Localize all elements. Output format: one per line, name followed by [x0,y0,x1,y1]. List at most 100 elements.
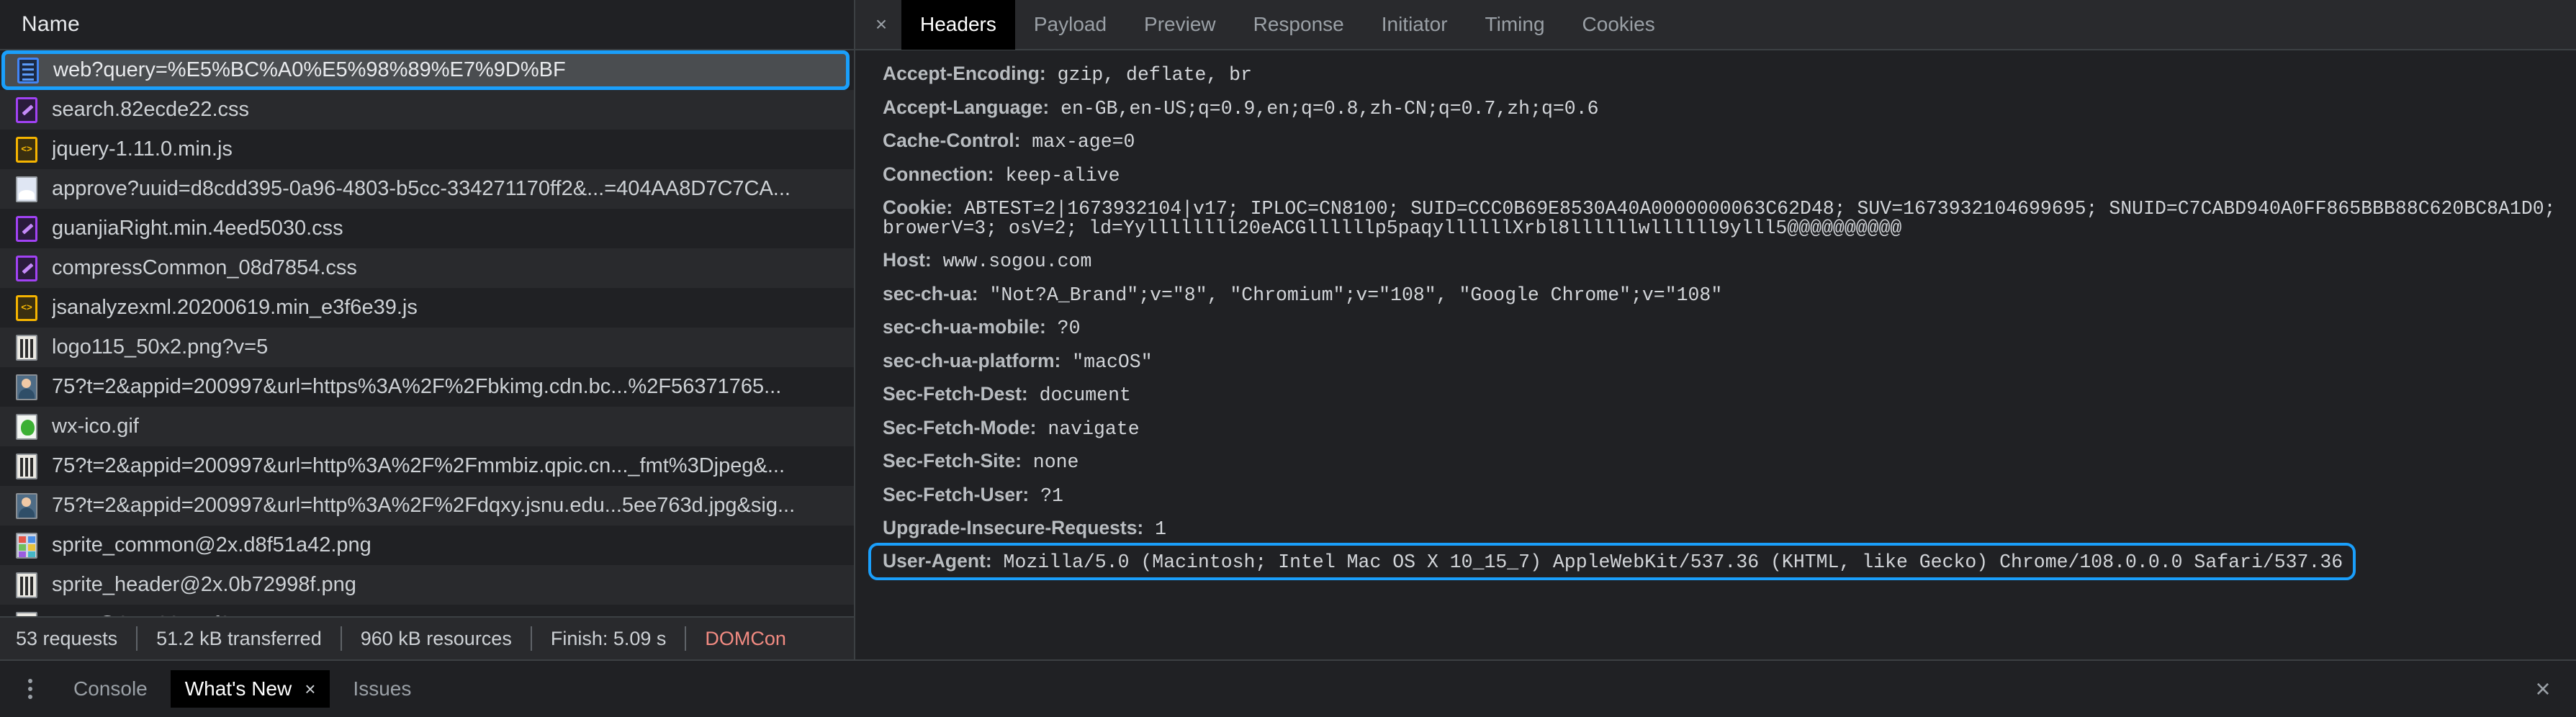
header-name: Connection: [883,163,994,185]
header-row[interactable]: Cookie: ABTEST=2|1673932104|v17; IPLOC=C… [871,191,2576,244]
request-row[interactable]: jsanalyzexml.20200619.min_e3f6e39.js [0,288,854,328]
request-name: search.82ecde22.css [52,98,249,122]
header-name: Sec-Fetch-Site: [883,450,1022,472]
header-row[interactable]: User-Agent: Mozilla/5.0 (Macintosh; Inte… [871,546,2353,578]
header-row[interactable]: sec-ch-ua-mobile: ?0 [871,311,2576,345]
bw-image-icon [16,572,37,598]
header-name: Accept-Language: [883,96,1049,118]
header-name: Sec-Fetch-Dest: [883,383,1028,405]
drawer-tab-issues[interactable]: Issues [338,670,425,708]
photo-icon [16,374,37,400]
request-row[interactable]: 75?t=2&appid=200997&url=https%3A%2F%2Fbk… [0,367,854,407]
header-row[interactable]: Sec-Fetch-Mode: navigate [871,412,2576,446]
header-value: document [1028,384,1131,406]
header-row[interactable]: sec-ch-ua: "Not?A_Brand";v="8", "Chromiu… [871,278,2576,312]
request-name: wx-ico.gif [52,415,139,438]
status-requests-count: 53 requests [16,628,136,650]
header-value: navigate [1037,418,1140,440]
stylesheet-icon [16,97,37,123]
network-status-bar: 53 requests 51.2 kB transferred 960 kB r… [0,616,854,659]
details-tab-bar: × HeadersPayloadPreviewResponseInitiator… [855,0,2576,50]
header-value: "macOS" [1060,351,1152,373]
header-name: sec-ch-ua-mobile: [883,316,1046,338]
request-row[interactable]: sprite_common@2x.d8f51a42.png [0,526,854,565]
request-row[interactable]: wx-ico.gif [0,407,854,446]
request-name: logo115_50x2.png?v=5 [52,335,268,359]
header-row[interactable]: Cache-Control: max-age=0 [871,125,2576,158]
request-name: 75?t=2&appid=200997&url=http%3A%2F%2Fmmb… [52,454,785,478]
header-name: sec-ch-ua-platform: [883,350,1060,371]
request-row[interactable]: web?query=%E5%BC%A0%E5%98%89%E7%9D%BF [1,50,850,90]
request-row[interactable]: 75?t=2&appid=200997&url=http%3A%2F%2Fmmb… [0,446,854,486]
column-header-name[interactable]: Name [22,12,80,37]
drawer-tab-label: What's New [185,677,292,700]
request-row[interactable]: logo115_50x2.png?v=5 [0,328,854,367]
header-value: www.sogou.com [932,251,1092,272]
header-name: Accept-Encoding: [883,63,1046,84]
request-list[interactable]: web?query=%E5%BC%A0%E5%98%89%E7%9D%BF sea… [0,50,854,616]
request-row[interactable]: error@2x.729c45f9.png [0,605,854,616]
header-row[interactable]: Sec-Fetch-User: ?1 [871,479,2576,513]
header-row[interactable]: Sec-Fetch-Site: none [871,445,2576,479]
drawer-tab-what-s-new[interactable]: What's New × [171,670,330,708]
request-row[interactable]: guanjiaRight.min.4eed5030.css [0,209,854,248]
request-name: error@2x.729c45f9.png [52,613,271,616]
drawer-tab-console[interactable]: Console [59,670,162,708]
header-row[interactable]: Connection: keep-alive [871,158,2576,192]
request-row[interactable]: search.82ecde22.css [0,90,854,130]
request-row[interactable]: compressCommon_08d7854.css [0,248,854,288]
bw-image-icon [16,454,37,479]
request-row[interactable]: sprite_header@2x.0b72998f.png [0,565,854,605]
request-name: guanjiaRight.min.4eed5030.css [52,217,343,240]
header-value: ?0 [1046,317,1081,339]
request-row[interactable]: approve?uuid=d8cdd395-0a96-4803-b5cc-334… [0,169,854,209]
drawer-tab-label: Issues [353,677,411,700]
header-row[interactable]: Accept-Language: en-GB,en-US;q=0.9,en;q=… [871,91,2576,125]
header-row[interactable]: Accept-Encoding: gzip, deflate, br [871,58,2576,91]
header-row[interactable]: Sec-Fetch-Dest: document [871,378,2576,412]
header-value: gzip, deflate, br [1046,64,1252,86]
network-request-list-pane: Name web?query=%E5%BC%A0%E5%98%89%E7%9D%… [0,0,855,659]
header-row[interactable]: Upgrade-Insecure-Requests: 1 [871,512,2576,546]
bw-image-icon [16,335,37,361]
bw-image-icon [16,612,37,617]
close-drawer-icon[interactable]: × [2527,673,2559,705]
tab-initiator[interactable]: Initiator [1363,0,1467,50]
request-name: sprite_header@2x.0b72998f.png [52,573,356,597]
close-details-icon[interactable]: × [865,9,897,40]
request-name: 75?t=2&appid=200997&url=https%3A%2F%2Fbk… [52,375,781,399]
tab-payload[interactable]: Payload [1015,0,1125,50]
sprite-image-icon [16,533,37,559]
request-row[interactable]: jquery-1.11.0.min.js [0,130,854,169]
request-name: compressCommon_08d7854.css [52,256,357,280]
header-value: en-GB,en-US;q=0.9,en;q=0.8,zh-CN;q=0.7,z… [1049,98,1598,120]
tab-cookies[interactable]: Cookies [1564,0,1674,50]
gif-image-icon [16,414,37,440]
detail-tabs-container: HeadersPayloadPreviewResponseInitiatorTi… [901,0,1674,50]
tab-preview[interactable]: Preview [1125,0,1235,50]
header-value: 1 [1143,518,1166,540]
header-row[interactable]: Host: www.sogou.com [871,244,2576,278]
header-value: Mozilla/5.0 (Macintosh; Intel Mac OS X 1… [992,551,2343,573]
header-name: Cookie: [883,197,953,218]
document-icon [17,58,39,84]
header-value: none [1022,451,1079,473]
devtools-window: Name web?query=%E5%BC%A0%E5%98%89%E7%9D%… [0,0,2576,717]
tab-response[interactable]: Response [1235,0,1363,50]
drawer-tab-bar: Console What's New × Issues × [0,659,2576,717]
header-name: Cache-Control: [883,130,1020,151]
kebab-menu-icon[interactable] [10,669,50,709]
request-name: sprite_common@2x.d8f51a42.png [52,533,371,557]
tab-headers[interactable]: Headers [901,0,1015,50]
status-finish-time: Finish: 5.09 s [532,628,685,650]
request-row[interactable]: 75?t=2&appid=200997&url=http%3A%2F%2Fdqx… [0,486,854,526]
header-value: ABTEST=2|1673932104|v17; IPLOC=CN8100; S… [883,198,2567,239]
close-tab-icon[interactable]: × [305,678,315,700]
request-name: web?query=%E5%BC%A0%E5%98%89%E7%9D%BF [53,58,566,82]
tab-timing[interactable]: Timing [1467,0,1564,50]
header-row[interactable]: sec-ch-ua-platform: "macOS" [871,345,2576,379]
header-name: Sec-Fetch-User: [883,484,1029,505]
header-value: keep-alive [994,165,1120,186]
header-name: Upgrade-Insecure-Requests: [883,517,1143,538]
drawer-tabs-container: Console What's New × Issues [50,670,425,708]
